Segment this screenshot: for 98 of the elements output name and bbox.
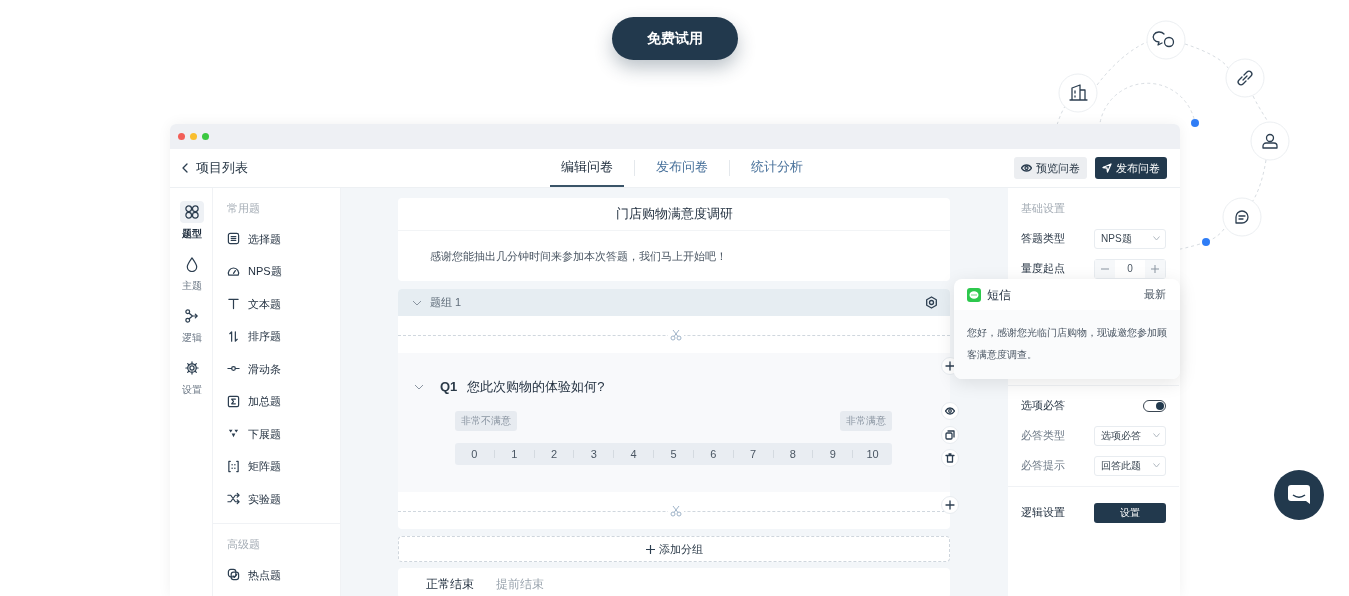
timestamp: 最新 [1144, 286, 1166, 302]
shuffle-icon [227, 492, 240, 506]
question-type-item[interactable]: 文本题 [227, 287, 281, 320]
question-type-item[interactable]: NPS题 [227, 255, 282, 288]
sort-icon [227, 329, 240, 343]
scale-option[interactable]: 4 [614, 442, 654, 465]
tab[interactable]: 正常结束 [426, 570, 474, 596]
chevron-down-icon [1153, 236, 1160, 241]
preview-button[interactable]: 预览问卷 [1014, 157, 1087, 179]
scale-end-label: 非常满意 [840, 410, 892, 431]
scissors-icon [670, 505, 682, 517]
settings-icon[interactable] [925, 296, 938, 309]
chat-bubbles-icon [1146, 20, 1186, 60]
message-icon [1222, 197, 1262, 237]
survey-intro: 感谢您能抽出几分钟时间来参加本次答题，我们马上开始吧！ [429, 248, 728, 264]
scale-end-label: 非常不满意 [455, 410, 517, 431]
group-title: 题组 1 [430, 295, 462, 311]
try-free-button[interactable]: 免费试用 [612, 17, 738, 60]
building-icon [1058, 73, 1098, 113]
field-label: 答题类型 [1021, 231, 1065, 247]
field-label: 逻辑设置 [1021, 505, 1065, 521]
scale-option[interactable]: 0 [455, 442, 494, 465]
rail-item[interactable]: 题型 [170, 201, 213, 241]
settings-button[interactable]: 设置 [1094, 502, 1166, 523]
send-icon [1102, 163, 1112, 173]
chevron-left-icon [182, 163, 188, 173]
chat-button[interactable] [1274, 470, 1324, 520]
survey-title: 门店购物满意度调研 [398, 198, 950, 231]
chevron-down-icon [1153, 433, 1160, 438]
list-icon [227, 232, 240, 246]
scale-option[interactable]: 8 [773, 442, 813, 465]
trash-icon [945, 453, 955, 463]
scale-option[interactable]: 9 [813, 442, 853, 465]
scale-option[interactable]: 5 [654, 442, 693, 465]
scale-option[interactable]: 6 [693, 442, 733, 465]
dropdown[interactable]: 选项必答 [1094, 425, 1166, 446]
question-type-item[interactable]: 加总题 [227, 385, 281, 418]
sum-icon [227, 394, 240, 408]
sms-icon [967, 287, 981, 302]
plus-icon [1151, 265, 1159, 274]
message-text: 您好，感谢您光临门店购物，现诚邀您参加顾客满意度调查。 [954, 310, 1180, 379]
grid-icon [183, 204, 200, 220]
chat-icon [1287, 484, 1311, 506]
rail-item[interactable]: 逻辑 [170, 305, 213, 345]
toggle-switch[interactable] [1143, 399, 1166, 412]
section-title: 高级题 [227, 537, 261, 552]
question-number: Q1 [440, 378, 458, 396]
copy-icon [945, 430, 955, 440]
plus-icon [945, 500, 955, 510]
stepper-value: 0 [1126, 262, 1134, 276]
eye-icon [1021, 164, 1032, 172]
scale-option[interactable]: 1 [494, 442, 534, 465]
window-control-dot[interactable] [178, 133, 185, 140]
eye-icon [945, 406, 955, 416]
branch-icon [183, 308, 200, 324]
matrix-icon [227, 459, 240, 473]
scale-option[interactable]: 7 [733, 442, 773, 465]
dropdown[interactable]: NPS题 [1094, 228, 1166, 249]
orbit-dot [1202, 238, 1210, 246]
question-type-item[interactable]: 选择题 [227, 222, 281, 255]
question-type-item[interactable]: 实验题 [227, 482, 281, 515]
dropdown[interactable]: 回答此题 [1094, 455, 1166, 476]
scale-option[interactable]: 3 [574, 442, 614, 465]
gauge-icon [227, 264, 240, 278]
question-text: 您此次购物的体验如何? [467, 378, 605, 396]
plus-icon [645, 544, 655, 554]
chevron-down-icon [1153, 463, 1160, 468]
field-label: 必答类型 [1021, 428, 1065, 444]
question-type-item[interactable]: 热点题 [227, 558, 281, 591]
back-link[interactable]: 项目列表 [182, 158, 248, 178]
scissors-icon [670, 329, 682, 341]
question-type-item[interactable]: 滑动条 [227, 352, 281, 385]
question-type-item[interactable]: 矩阵题 [227, 450, 281, 483]
window-control-dot[interactable] [190, 133, 197, 140]
publish-button[interactable]: 发布问卷 [1095, 157, 1167, 179]
text-icon [227, 297, 240, 311]
rail-item[interactable]: 主题 [170, 253, 213, 293]
question-type-item[interactable]: 排序题 [227, 320, 281, 353]
add-group-button[interactable]: 添加分组 [398, 536, 950, 562]
popup-title: 短信 [987, 286, 1011, 304]
question-type-item[interactable]: 下展题 [227, 417, 281, 450]
window-control-dot[interactable] [202, 133, 209, 140]
plus-icon [945, 361, 955, 371]
field-label: 量度起点 [1021, 261, 1065, 277]
tab[interactable]: 发布问卷 [645, 149, 719, 187]
scale-option[interactable]: 2 [534, 442, 574, 465]
section-title: 常用题 [227, 201, 261, 216]
section-title: 基础设置 [1021, 201, 1066, 216]
tab[interactable]: 统计分析 [740, 149, 814, 187]
hotspot-icon [227, 568, 240, 582]
field-label: 必答提示 [1021, 458, 1065, 474]
field-label: 选项必答 [1021, 398, 1065, 414]
rail-item[interactable]: 设置 [170, 357, 213, 397]
person-icon [1250, 121, 1290, 161]
orbit-dot [1191, 119, 1199, 127]
scale-option[interactable]: 10 [853, 442, 892, 465]
settings-icon [183, 360, 200, 376]
link-icon [1225, 58, 1265, 98]
